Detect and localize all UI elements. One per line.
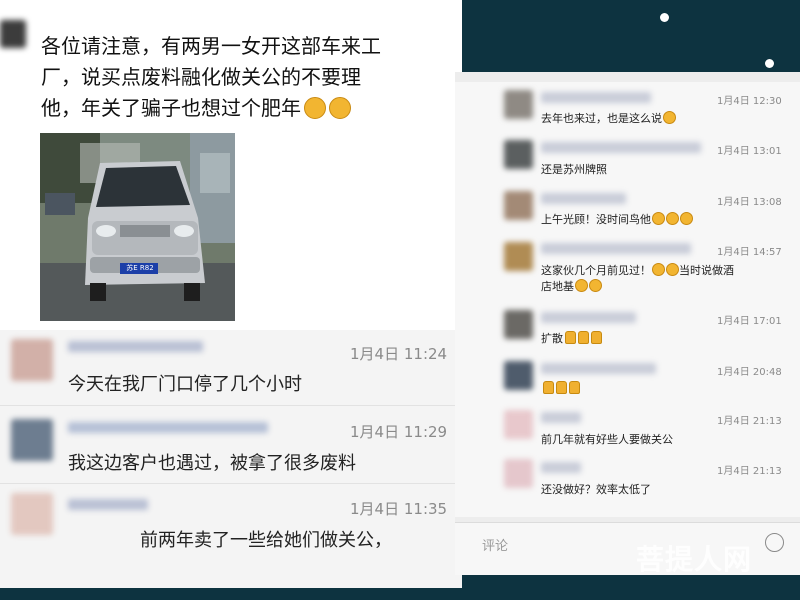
commenter-name (68, 341, 203, 352)
comment-text: 今天在我厂门口停了几个小时 (68, 374, 302, 395)
commenter-name (68, 422, 268, 433)
comment-text: 这家伙几个月前见过！ 当时说做酒 (541, 263, 734, 277)
commenter-name (68, 499, 148, 510)
divider (0, 483, 462, 484)
thumbs-up-icon (565, 331, 576, 344)
thumbs-up-icon (556, 381, 567, 394)
post-line: 各位请注意，有两男一女开这部车来工 (41, 34, 381, 58)
comment-avatar (11, 419, 53, 461)
post-text: 各位请注意，有两男一女开这部车来工 厂，说买点废料融化做关公的不要理 他，年关了… (41, 31, 461, 124)
comment-avatar (504, 310, 533, 339)
grimace-emoji (680, 212, 693, 225)
commenter-name (541, 243, 691, 254)
emoji-button[interactable] (765, 533, 784, 552)
comment-time: 1月4日 13:08 (717, 197, 782, 208)
grimace-emoji (304, 97, 326, 119)
grimace-emoji (329, 97, 351, 119)
van-photo-svg (40, 133, 235, 321)
comment-time: 1月4日 14:57 (717, 247, 782, 258)
comment-avatar (504, 90, 533, 119)
thumbs-up-icon (543, 381, 554, 394)
comment-time: 1月4日 11:35 (350, 500, 448, 518)
commenter-name (541, 92, 651, 103)
thumbs-up-icon (591, 331, 602, 344)
left-screenshot-panel: 各位请注意，有两男一女开这部车来工 厂，说买点废料融化做关公的不要理 他，年关了… (0, 0, 462, 588)
comment-time: 1月4日 13:01 (717, 146, 782, 157)
comment-text: 上午光顾！没时间鸟他 (541, 211, 693, 227)
license-plate-text: 苏E R82 (126, 264, 154, 272)
comment-text: 扩散 (541, 330, 602, 346)
comment-avatar (504, 410, 533, 439)
commenter-name (541, 142, 701, 153)
comment-time: 1月4日 20:48 (717, 367, 782, 378)
decor-dot (660, 13, 669, 22)
comment-text: 前两年卖了一些给她们做关公， (140, 530, 392, 551)
thumbs-up-icon (578, 331, 589, 344)
right-screenshot-panel: 1月4日 12:30 去年也来过，也是这么说 1月4日 13:01 还是苏州牌照… (455, 72, 800, 575)
divider (0, 405, 462, 406)
comment-text: 我这边客户也遇过，被拿了很多废料 (68, 453, 356, 474)
sweat-emoji (663, 111, 676, 124)
comment-text: 去年也来过，也是这么说 (541, 110, 676, 126)
comment-time: 1月4日 12:30 (717, 96, 782, 107)
grimace-emoji (666, 212, 679, 225)
post-photo[interactable]: 苏E R82 (40, 133, 235, 321)
poster-avatar (0, 20, 26, 48)
comment-text-cont: 店地基 (541, 278, 602, 294)
comment-time: 1月4日 11:24 (350, 345, 448, 363)
comment-avatar (504, 191, 533, 220)
commenter-name (541, 193, 626, 204)
comment-avatar (504, 140, 533, 169)
thumbs-up-icon (569, 381, 580, 394)
comment-avatar (504, 361, 533, 390)
commenter-name (541, 462, 581, 473)
comment-text: 还没做好？效率太低了 (541, 483, 651, 496)
grimace-emoji (652, 212, 665, 225)
comment-text: 前几年就有好些人要做关公 (541, 433, 673, 446)
grin-emoji (589, 279, 602, 292)
comment-avatar (504, 242, 533, 271)
post-line: 厂，说买点废料融化做关公的不要理 (41, 65, 361, 89)
comment-text: 还是苏州牌照 (541, 163, 607, 176)
commenter-name (541, 412, 581, 423)
grin-emoji (575, 279, 588, 292)
commenter-name (541, 363, 656, 374)
comment-text (541, 381, 580, 395)
facepalm-emoji (652, 263, 665, 276)
comment-time: 1月4日 21:13 (717, 416, 782, 427)
comment-time: 1月4日 17:01 (717, 316, 782, 327)
facepalm-emoji (666, 263, 679, 276)
comment-time: 1月4日 11:29 (350, 423, 448, 441)
decor-dot (765, 59, 774, 68)
comment-avatar (504, 459, 533, 488)
comment-avatar (11, 339, 53, 381)
watermark: 菩提人网 (636, 543, 753, 576)
post-line: 他，年关了骗子也想过个肥年 (41, 93, 461, 124)
comment-avatar (11, 493, 53, 535)
commenter-name (541, 312, 636, 323)
comment-input[interactable]: 评论 (482, 535, 508, 554)
comment-time: 1月4日 21:13 (717, 466, 782, 477)
